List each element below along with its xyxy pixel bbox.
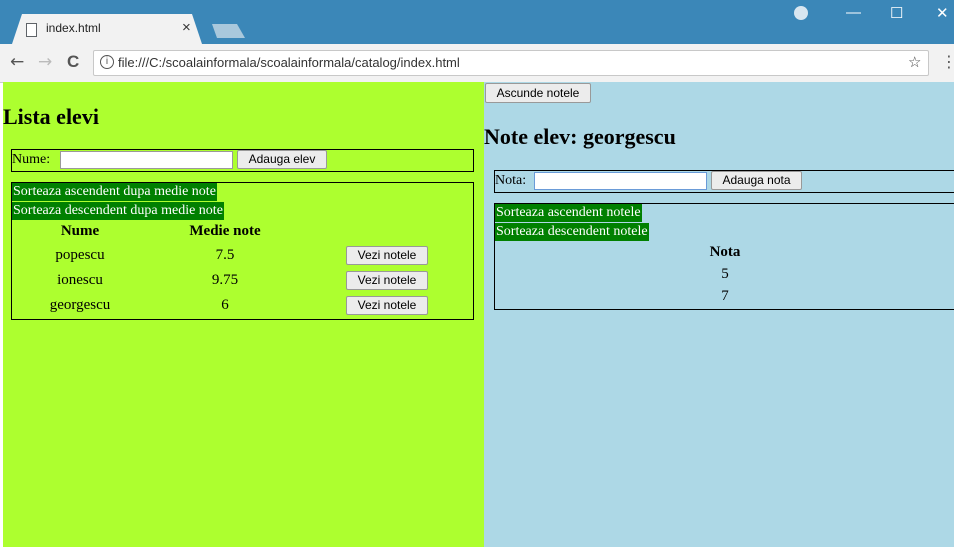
name-label: Nume: [12,152,51,167]
address-bar[interactable]: i file:///C:/scoalainformala/scoalainfor… [93,50,929,76]
close-window-button[interactable]: ✕ [936,4,949,22]
tab-title: index.html [46,21,101,35]
add-student-form: Nume: Adauga elev [11,149,474,172]
student-name: ionescu [57,272,103,288]
tab-close-icon[interactable]: × [182,19,191,36]
browser-toolbar: ← → C i file:///C:/scoalainformala/scoal… [0,44,954,83]
reload-icon[interactable]: C [67,52,79,72]
grades-table: Sorteaza ascendent notele Sorteaza desce… [494,203,954,310]
column-header-name: Nume [60,223,100,239]
grade-input[interactable] [534,172,707,190]
students-table: Sorteaza ascendent dupa medie note Sorte… [11,182,474,320]
view-grades-button[interactable]: Vezi notele [346,271,428,290]
add-grade-button[interactable]: Adauga nota [711,171,802,190]
students-title: Lista elevi [3,104,99,129]
grade-label: Nota: [495,173,527,188]
column-header-average: Medie note [189,223,261,239]
column-header-grade: Nota [709,244,741,260]
file-icon [26,23,37,37]
grades-title: Note elev: georgescu [484,124,676,149]
info-icon[interactable]: i [100,55,114,69]
student-average: 9.75 [211,272,239,288]
grade-value: 5 [721,266,729,282]
grades-panel: Ascunde notele Note elev: georgescu Nota… [484,82,954,547]
browser-menu-icon[interactable]: ⋮ [941,52,954,71]
student-name: popescu [55,247,105,263]
student-name: georgescu [49,297,111,313]
profile-icon[interactable] [794,6,808,20]
student-name-input[interactable] [60,151,233,169]
add-student-button[interactable]: Adauga elev [237,150,327,169]
browser-tab[interactable]: index.html × [12,14,202,44]
hide-grades-button[interactable]: Ascunde notele [485,83,591,103]
bookmark-star-icon[interactable]: ☆ [908,53,921,71]
forward-icon[interactable]: → [38,52,52,72]
maximize-button[interactable]: ☐ [890,4,903,22]
browser-titlebar: index.html × — ☐ ✕ [0,0,954,44]
add-grade-form: Nota: Adauga nota [494,170,954,193]
minimize-button[interactable]: — [846,4,861,21]
view-grades-button[interactable]: Vezi notele [346,246,428,265]
sort-avg-desc-link[interactable]: Sorteaza descendent dupa medie note [12,202,224,220]
sort-grades-asc-link[interactable]: Sorteaza ascendent notele [495,204,642,222]
student-average: 7.5 [215,247,235,263]
new-tab-button[interactable] [212,24,245,38]
sort-grades-desc-link[interactable]: Sorteaza descendent notele [495,223,649,241]
student-average: 6 [221,297,229,313]
grade-value: 7 [721,288,729,304]
back-icon[interactable]: ← [10,52,24,72]
sort-avg-asc-link[interactable]: Sorteaza ascendent dupa medie note [12,183,217,201]
view-grades-button[interactable]: Vezi notele [346,296,428,315]
students-panel: Lista elevi Nume: Adauga elev Sorteaza a… [3,82,484,547]
address-url[interactable]: file:///C:/scoalainformala/scoalainforma… [118,55,460,70]
